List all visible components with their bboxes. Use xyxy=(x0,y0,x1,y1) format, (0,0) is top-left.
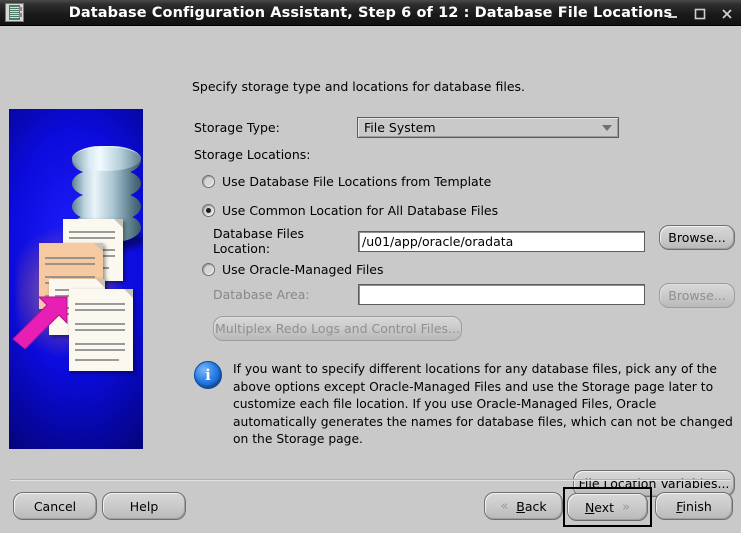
title-bar: Database Configuration Assistant, Step 6… xyxy=(0,0,741,26)
storage-locations-label: Storage Locations: xyxy=(194,147,310,162)
footer-bar: Cancel Help « Back Next » Finish xyxy=(0,481,741,533)
window-controls xyxy=(666,5,734,21)
chevron-down-icon xyxy=(602,125,612,131)
database-files-location-input[interactable] xyxy=(358,231,645,252)
chevron-double-left-icon: « xyxy=(500,500,508,513)
storage-type-dropdown[interactable]: File System xyxy=(357,117,619,138)
dbca-window: Database Configuration Assistant, Step 6… xyxy=(0,0,741,533)
info-message: i If you want to specify different locat… xyxy=(194,361,734,449)
page-instruction: Specify storage type and locations for d… xyxy=(192,79,525,94)
back-mnemonic: B xyxy=(516,499,525,514)
cancel-button[interactable]: Cancel xyxy=(13,492,97,520)
next-mnemonic: N xyxy=(585,500,594,515)
database-files-illustration xyxy=(9,109,143,449)
next-button[interactable]: Next » xyxy=(567,493,648,521)
document-sheet xyxy=(69,289,133,371)
multiplex-redo-logs-button: Multiplex Redo Logs and Control Files... xyxy=(213,316,462,341)
window-title: Database Configuration Assistant, Step 6… xyxy=(0,5,741,21)
info-icon: i xyxy=(194,361,222,389)
dialog-body: Specify storage type and locations for d… xyxy=(0,26,741,533)
radio-use-oracle-managed-files-label: Use Oracle-Managed Files xyxy=(222,262,384,277)
radio-use-template[interactable]: Use Database File Locations from Templat… xyxy=(202,174,491,189)
radio-use-template-label: Use Database File Locations from Templat… xyxy=(222,174,491,189)
radio-button-icon xyxy=(202,175,215,188)
chevron-double-right-icon: » xyxy=(622,501,630,514)
info-message-text: If you want to specify different locatio… xyxy=(233,361,733,449)
back-button[interactable]: « Back xyxy=(484,492,563,520)
finish-button[interactable]: Finish xyxy=(655,492,733,520)
radio-use-common-location-label: Use Common Location for All Database Fil… xyxy=(222,203,498,218)
radio-button-icon xyxy=(202,263,215,276)
radio-use-common-location[interactable]: Use Common Location for All Database Fil… xyxy=(202,203,498,218)
database-area-input xyxy=(358,284,645,305)
radio-button-selected-icon xyxy=(202,204,215,217)
minimize-icon[interactable] xyxy=(666,5,680,21)
storage-type-row: Storage Type: File System xyxy=(194,117,619,138)
finish-label-rest: inish xyxy=(682,499,711,514)
next-button-focus-frame: Next » xyxy=(563,487,652,527)
database-files-location-label: Database Files Location: xyxy=(213,226,358,256)
close-icon[interactable] xyxy=(720,5,734,21)
maximize-icon[interactable] xyxy=(693,5,707,21)
database-area-label: Database Area: xyxy=(213,287,358,302)
storage-type-value: File System xyxy=(364,120,436,135)
back-label-rest: ack xyxy=(525,499,547,514)
next-label-rest: ext xyxy=(594,500,614,515)
browse-database-area-button: Browse... xyxy=(659,283,735,308)
database-files-location-row: Database Files Location: xyxy=(213,226,645,256)
database-app-icon xyxy=(5,3,24,22)
database-area-row: Database Area: xyxy=(213,284,645,305)
storage-type-label: Storage Type: xyxy=(194,120,357,135)
magenta-arrow-icon xyxy=(11,293,69,349)
help-button[interactable]: Help xyxy=(102,492,186,520)
radio-use-oracle-managed-files[interactable]: Use Oracle-Managed Files xyxy=(202,262,384,277)
browse-database-files-location-button[interactable]: Browse... xyxy=(659,225,735,250)
